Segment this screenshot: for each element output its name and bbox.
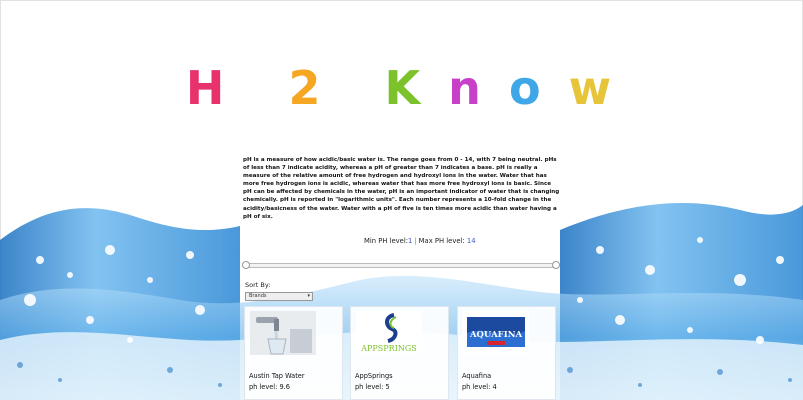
ph-separator: |: [414, 237, 417, 245]
aquafina-logo: AQUAFINA: [463, 311, 529, 355]
min-ph-label: Min PH level:: [364, 237, 409, 245]
sort-select[interactable]: Brands ▾: [245, 292, 313, 301]
sort-by-label: Sort By:: [245, 281, 271, 289]
product-name: Aquafina: [462, 372, 492, 380]
slider-track[interactable]: [244, 263, 558, 268]
appsprings-logo-text: APPSPRINGS: [360, 344, 416, 353]
logo-letter: H: [185, 61, 231, 115]
product-card[interactable]: AQUAFINA Aquafina ph level: 4: [457, 306, 556, 400]
aquafina-logo-text: AQUAFINA: [469, 330, 523, 340]
max-ph-value: 14: [466, 237, 476, 245]
slider-min-handle[interactable]: [242, 261, 250, 269]
ph-description: pH is a measure of how acidic/basic wate…: [243, 157, 560, 220]
product-ph: ph level: 4: [462, 383, 497, 391]
logo-letter: 2: [288, 61, 327, 115]
appsprings-logo: APPSPRINGS: [356, 311, 422, 355]
min-ph-value: 1: [408, 237, 413, 245]
slider-max-handle[interactable]: [552, 261, 560, 269]
product-ph: ph level: 9.6: [249, 383, 290, 391]
tap-water-image: [250, 311, 316, 355]
ph-level-readout: Min PH level:1 | Max PH level: 14: [364, 237, 476, 245]
product-name: Austin Tap Water: [249, 372, 305, 380]
product-ph: ph level: 5: [355, 383, 390, 391]
ph-range-slider[interactable]: [242, 261, 560, 269]
logo-letter: o: [508, 61, 547, 115]
product-card[interactable]: APPSPRINGS AppSprings ph level: 5: [350, 306, 449, 400]
chevron-down-icon: ▾: [307, 293, 310, 299]
logo-letter: K: [384, 61, 427, 115]
app-logo: H 2 K n o w: [0, 58, 803, 118]
product-card[interactable]: Austin Tap Water ph level: 9.6: [244, 306, 343, 400]
sort-selected-value: Brands: [249, 293, 267, 299]
logo-letter: w: [568, 61, 618, 115]
max-ph-label: Max PH level:: [418, 237, 465, 245]
product-name: AppSprings: [355, 372, 393, 380]
logo-letter: n: [448, 61, 487, 115]
